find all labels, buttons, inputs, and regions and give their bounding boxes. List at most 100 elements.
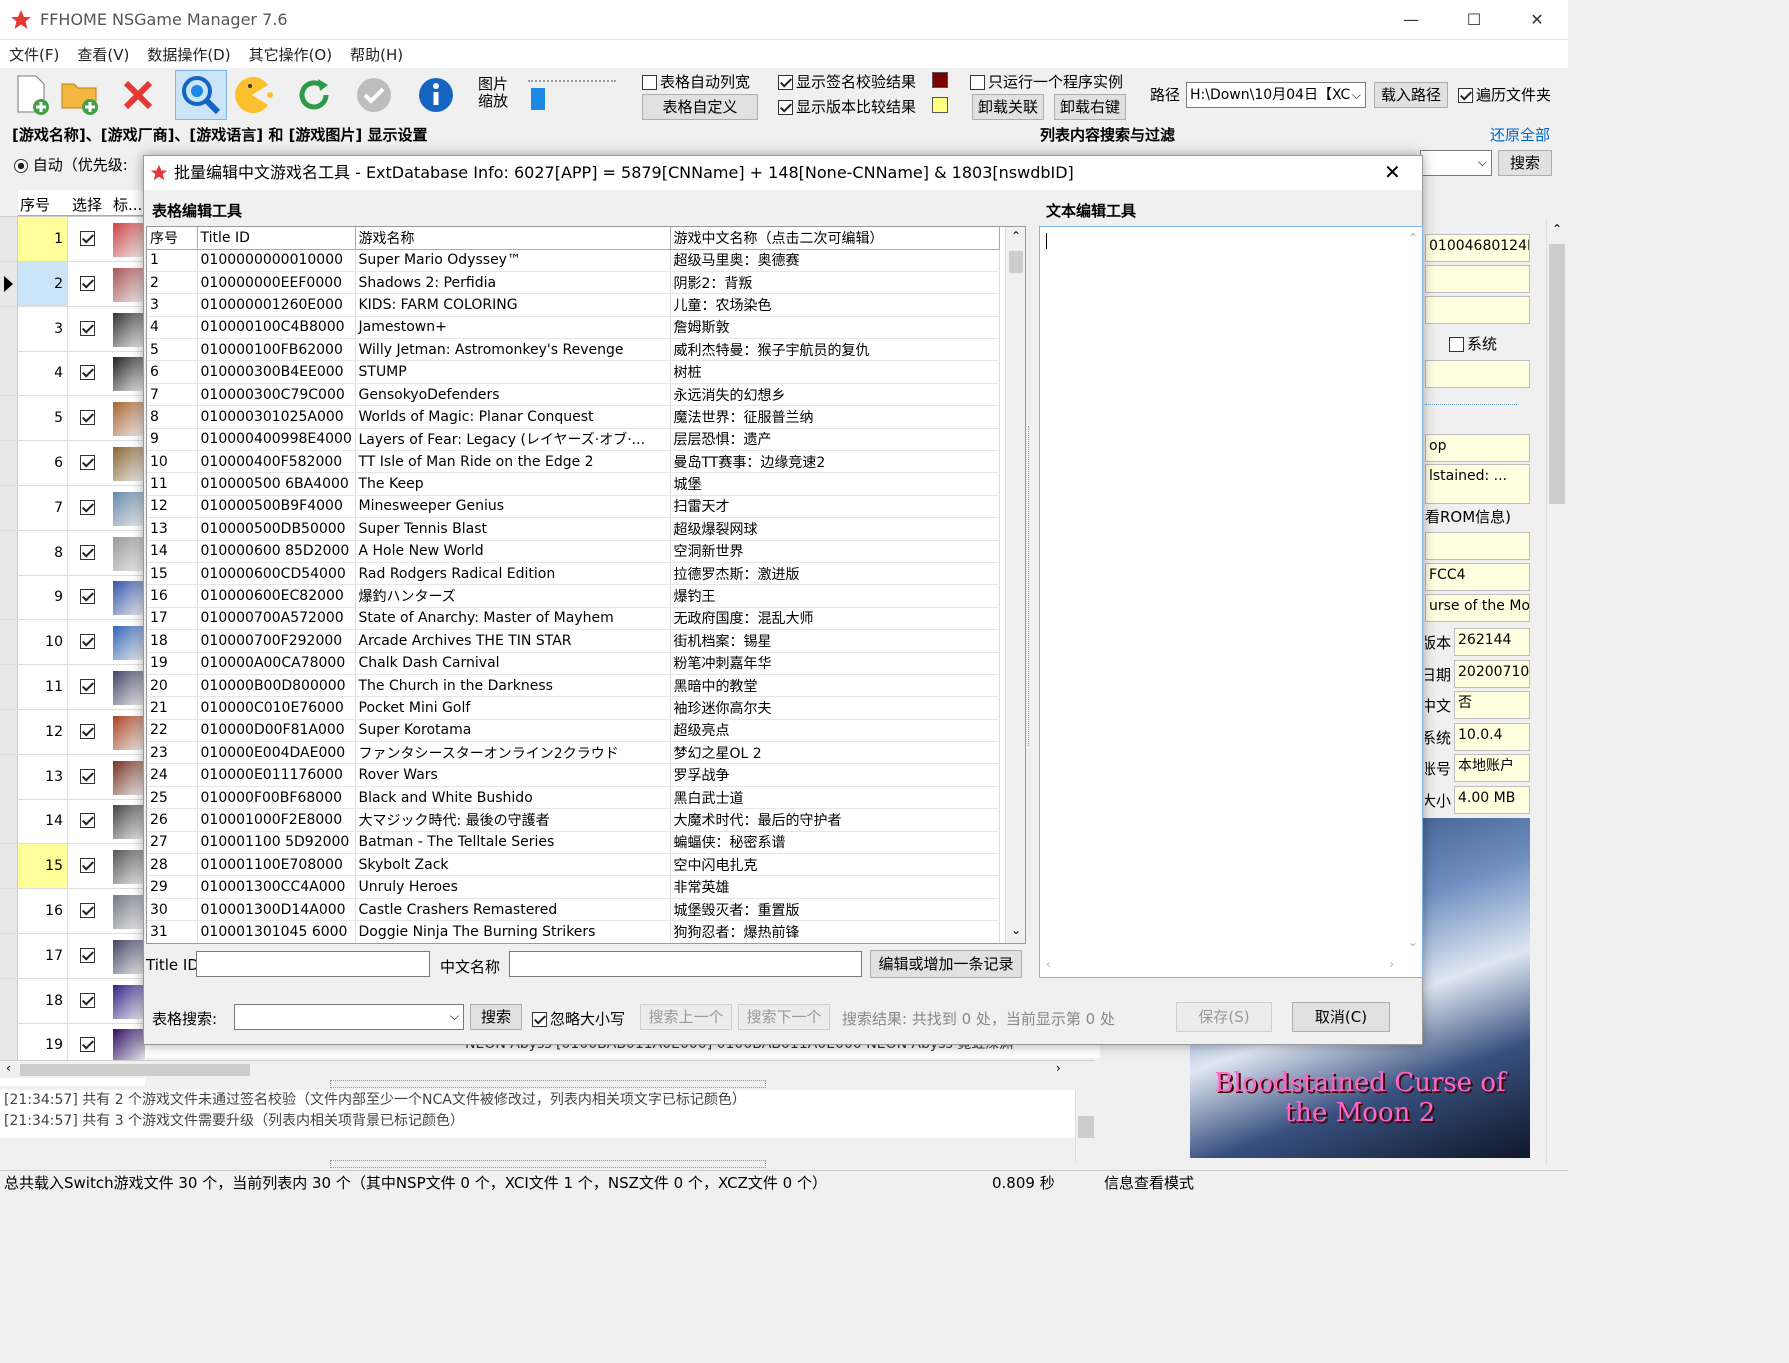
row-index[interactable]: 26 <box>147 808 198 832</box>
row-titleid[interactable]: 010001000F2E8000 <box>197 808 356 832</box>
row-indicator[interactable] <box>0 306 18 351</box>
menu-help[interactable]: 帮助(H) <box>341 40 412 69</box>
row-name[interactable]: Rad Rodgers Radical Edition <box>355 562 671 586</box>
table-row[interactable]: 21 010000C010E76000 Pocket Mini Golf 袖珍迷你高尔… <box>147 696 1000 720</box>
row-index[interactable]: 23 <box>147 741 198 765</box>
row-index[interactable]: 30 <box>147 898 198 922</box>
row-titleid[interactable]: 010000700F292000 <box>197 629 356 653</box>
row-name[interactable]: Chalk Dash Carnival <box>355 652 671 675</box>
sig-color-swatch[interactable] <box>932 72 948 88</box>
row-cnname[interactable]: 儿童：农场染色 <box>670 293 1000 317</box>
custom-table-button[interactable]: 表格自定义 <box>642 94 758 120</box>
row-titleid[interactable]: 010000500B9F4000 <box>197 495 356 519</box>
splitter-top[interactable] <box>330 1080 766 1088</box>
ver-color-swatch[interactable] <box>932 97 948 113</box>
list-hscroll[interactable]: ‹ › <box>0 1060 1095 1078</box>
menu-other[interactable]: 其它操作(O) <box>240 40 342 69</box>
row-indicator[interactable] <box>0 978 18 1023</box>
path-select[interactable]: H:\Down\10月04日【XC ⌵ <box>1186 82 1366 108</box>
table-row[interactable]: 17 010000700A572000 State of Anarchy: Mast… <box>147 607 1000 631</box>
row-index[interactable]: 1 <box>147 249 198 272</box>
table-scroll-thumb[interactable] <box>1009 251 1023 273</box>
row-indicator[interactable] <box>0 485 18 530</box>
traverse-checkbox[interactable]: 遍历文件夹 <box>1458 84 1551 105</box>
table-row[interactable]: 3 010000001260E000 KIDS: FARM COLORING 儿童：农… <box>147 293 1000 317</box>
verify-button[interactable] <box>348 70 400 120</box>
col-cnname[interactable]: 游戏中文名称（点击二次可编辑） <box>670 227 1000 250</box>
row-cnname[interactable]: 树桩 <box>670 360 1000 384</box>
list-item[interactable]: 9 <box>0 575 145 621</box>
row-cnname[interactable]: 袖珍迷你高尔夫 <box>670 696 1000 720</box>
row-name[interactable]: Black and White Bushido <box>355 786 671 810</box>
text-editor[interactable]: ⌃ ⌄ ‹ › <box>1039 226 1423 978</box>
row-titleid[interactable]: 010000D00F81A000 <box>197 719 356 743</box>
row-cnname[interactable]: 超级亮点 <box>670 719 1000 743</box>
pacman-button[interactable] <box>228 70 280 120</box>
list-item[interactable]: 17 <box>0 933 145 979</box>
row-cnname[interactable]: 魔法世界：征服普兰纳 <box>670 405 1000 429</box>
detail-titleid[interactable]: 01004680124E60 <box>1425 234 1530 262</box>
search-prev-button[interactable]: 搜索上一个 <box>640 1004 732 1030</box>
list-item[interactable]: 5 <box>0 396 145 442</box>
search-info-button[interactable] <box>175 70 227 120</box>
list-item[interactable]: 2 <box>0 261 145 307</box>
row-titleid[interactable]: 010000E004DAE000 <box>197 741 356 765</box>
row-name[interactable]: 爆釣ハンターズ <box>355 584 671 608</box>
list-item-checkbox[interactable] <box>80 410 95 426</box>
close-window-button[interactable]: ✕ <box>1506 0 1568 40</box>
slider-thumb[interactable] <box>531 88 545 110</box>
row-name[interactable]: Doggie Ninja The Burning Strikers <box>355 920 671 943</box>
scroll-up-icon[interactable]: ⌃ <box>1408 231 1418 245</box>
list-item[interactable]: 12 <box>0 709 145 755</box>
table-row[interactable]: 15 010000600CD54000 Rad Rodgers Radical Ed… <box>147 562 1000 586</box>
table-row[interactable]: 23 010000E004DAE000 ファンタシースターオンライン2クラウド 梦幻之… <box>147 741 1000 765</box>
detail-value[interactable]: 262144 <box>1454 628 1530 656</box>
splitter-bottom[interactable] <box>330 1160 766 1168</box>
row-name[interactable]: Unruly Heroes <box>355 875 671 899</box>
table-row[interactable]: 7 010000300C79C000 GensokyoDefenders 永远消失的幻… <box>147 383 1000 407</box>
scroll-up-icon[interactable]: ⌃ <box>1552 222 1562 236</box>
list-item-checkbox[interactable] <box>80 723 95 739</box>
dialog-close-icon[interactable]: ✕ <box>1384 160 1401 184</box>
table-row[interactable]: 22 010000D00F81A000 Super Korotama 超级亮点 <box>147 719 1000 743</box>
row-name[interactable]: TT Isle of Man Ride on the Edge 2 <box>355 450 671 474</box>
row-cnname[interactable]: 拉德罗杰斯：激进版 <box>670 562 1000 586</box>
row-index[interactable]: 24 <box>147 763 198 787</box>
row-titleid[interactable]: 010000301025A000 <box>197 405 356 429</box>
row-titleid[interactable]: 010000E011176000 <box>197 763 356 787</box>
table-row[interactable]: 20 010000B00D800000 The Church in the Dark… <box>147 674 1000 698</box>
row-titleid[interactable]: 010001300D14A000 <box>197 898 356 922</box>
edit-add-button[interactable]: 编辑或增加一条记录 <box>870 950 1022 978</box>
row-name[interactable]: Batman - The Telltale Series <box>355 831 671 855</box>
row-index[interactable]: 25 <box>147 786 198 810</box>
table-row[interactable]: 13 010000500DB50000 Super Tennis Blast 超级爆裂… <box>147 517 1000 541</box>
list-item[interactable]: 16 <box>0 889 145 934</box>
list-item-checkbox[interactable] <box>80 320 95 336</box>
row-indicator[interactable] <box>0 530 18 575</box>
row-index[interactable]: 15 <box>147 562 198 586</box>
list-item-checkbox[interactable] <box>80 455 95 470</box>
table-row[interactable]: 27 010001100 5D92000 Batman - The Telltale… <box>147 831 1000 855</box>
game-list[interactable]: 1 2 3 4 5 6 7 8 9 10 11 12 13 14 15 16 17 18 19 <box>0 216 145 1086</box>
menu-file[interactable]: 文件(F) <box>0 40 68 69</box>
list-item-checkbox[interactable] <box>80 365 95 381</box>
table-row[interactable]: 4 010000100C4B8000 Jamestown+ 詹姆斯敦 <box>147 316 1000 340</box>
table-search-button[interactable]: 搜索 <box>470 1004 522 1030</box>
row-name[interactable]: Castle Crashers Remastered <box>355 898 671 922</box>
row-titleid[interactable]: 010000600CD54000 <box>197 562 356 586</box>
row-titleid[interactable]: 010001100E708000 <box>197 853 356 877</box>
row-titleid[interactable]: 010000500DB50000 <box>197 517 356 541</box>
scroll-up-icon[interactable]: ⌃ <box>1011 229 1021 243</box>
row-cnname[interactable]: 黑白武士道 <box>670 786 1000 810</box>
detail-value[interactable]: 本地账户 <box>1454 754 1530 782</box>
row-index[interactable]: 21 <box>147 696 198 720</box>
row-cnname[interactable]: 超级爆裂网球 <box>670 517 1000 541</box>
list-item-checkbox[interactable] <box>80 947 95 963</box>
maximize-button[interactable]: ☐ <box>1443 0 1505 40</box>
list-item-checkbox[interactable] <box>80 903 95 918</box>
row-indicator[interactable] <box>0 844 18 889</box>
row-name[interactable]: State of Anarchy: Master of Mayhem <box>355 607 671 631</box>
row-index[interactable]: 5 <box>147 338 198 362</box>
edit-table[interactable]: 序号 Title ID 游戏名称 游戏中文名称（点击二次可编辑） 1 010000… <box>146 226 1026 944</box>
row-titleid[interactable]: 010000B00D800000 <box>197 674 356 698</box>
